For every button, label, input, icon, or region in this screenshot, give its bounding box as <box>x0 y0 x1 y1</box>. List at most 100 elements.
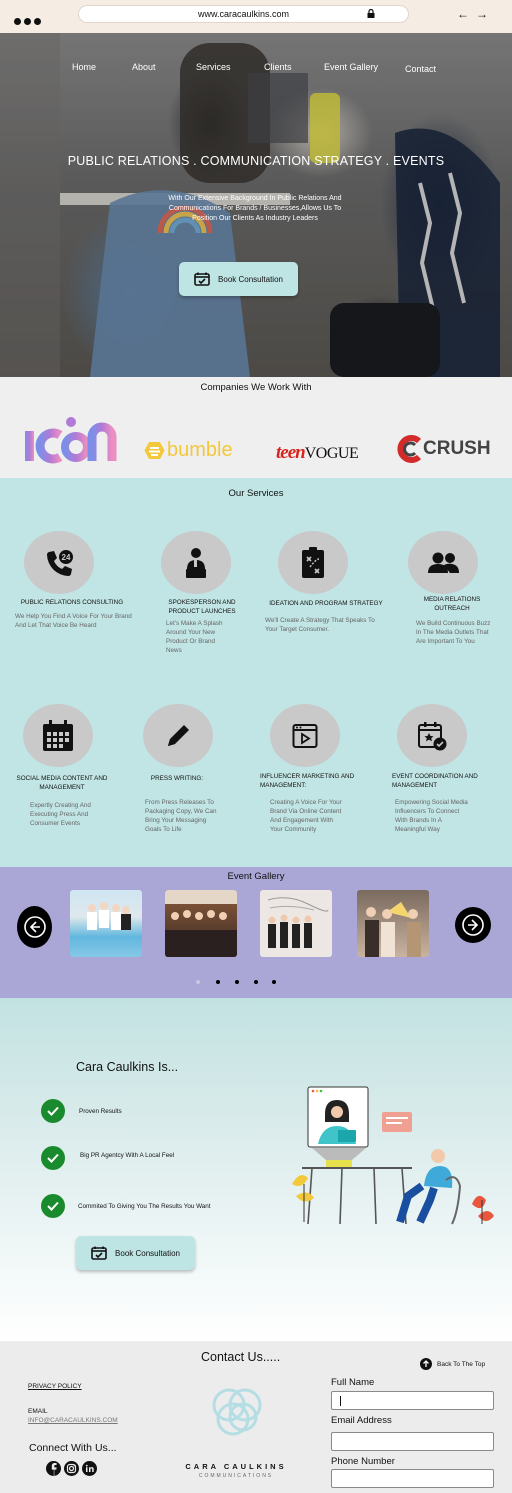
email-label: EMAIL <box>28 1408 48 1415</box>
contact-title: Contact Us..... <box>201 1350 281 1364</box>
gallery-photo-3[interactable] <box>260 890 332 957</box>
strategy-board-icon <box>278 531 348 594</box>
gallery-dot-3[interactable] <box>235 980 239 984</box>
facebook-icon[interactable] <box>46 1461 61 1476</box>
service-title-7: INFLUENCER MARKETING AND MANAGEMENT: <box>260 773 355 789</box>
social-links <box>46 1461 97 1476</box>
linkedin-icon[interactable] <box>82 1461 97 1476</box>
gallery-next-button[interactable] <box>455 907 491 943</box>
phone-number-input[interactable] <box>331 1469 494 1488</box>
text-cursor <box>340 1396 341 1406</box>
connect-title: Connect With Us... <box>29 1442 117 1454</box>
service-title-5: SOCIAL MEDIA CONTENT AND MANAGEMENT <box>16 775 108 791</box>
bumble-hexagon-icon <box>144 441 165 459</box>
event-gallery-section: Event Gallery <box>0 867 512 998</box>
email-link[interactable]: INFO@CARACAULKINS.COM <box>28 1417 118 1424</box>
about-section: Cara Caulkins Is... Proven Results Big P… <box>0 998 512 1341</box>
lock-icon <box>367 9 375 18</box>
gallery-photo-2[interactable] <box>165 890 237 957</box>
service-desc-4: We Build Continuous Buzz In The Media Ou… <box>416 620 491 645</box>
nav-event-gallery[interactable]: Event Gallery <box>324 62 378 72</box>
services-section: Our Services 24 PUBLIC RELATIONS CONSULT… <box>0 478 512 867</box>
instagram-icon[interactable] <box>64 1461 79 1476</box>
about-point-1: Proven Results <box>79 1108 122 1115</box>
service-desc-5: Expertly Creating And Executing Press An… <box>30 802 91 827</box>
gallery-dot-5[interactable] <box>272 980 276 984</box>
check-icon <box>41 1194 65 1218</box>
full-name-input[interactable] <box>331 1391 494 1410</box>
service-desc-3: We'll Create A Strategy That Speaks To Y… <box>265 617 375 633</box>
nav-services[interactable]: Services <box>196 62 231 72</box>
video-window-icon <box>270 704 340 767</box>
bumble-logo: bumble <box>144 438 250 462</box>
address-bar[interactable]: www.caracaulkins.com <box>78 5 409 23</box>
arrow-left-icon <box>23 916 46 938</box>
companies-title: Companies We Work With <box>200 382 312 393</box>
gallery-dot-2[interactable] <box>216 980 220 984</box>
service-title-6: PRESS WRITING: <box>150 775 204 782</box>
teen-vogue-logo: teen VOGUE <box>276 442 359 463</box>
service-title-4: MEDIA RELATIONS OUTREACH <box>423 596 481 612</box>
people-icon <box>408 531 478 594</box>
about-point-3: Commited To Giving You The Results You W… <box>78 1203 211 1210</box>
book-consultation-label: Book Consultation <box>115 1248 180 1258</box>
check-icon <box>41 1099 65 1123</box>
service-title-1: PUBLIC RELATIONS CONSULTING <box>20 599 124 606</box>
service-title-2: SPOKESPERSON AND PRODUCT LAUNCHES <box>168 599 236 615</box>
arrow-right-icon <box>462 914 484 936</box>
crush-c-icon <box>397 435 422 463</box>
footer-section: Contact Us..... Back To The Top PRIVACY … <box>0 1341 512 1493</box>
service-desc-8: Empowering Social Media Influencers To C… <box>395 799 468 833</box>
email-address-input[interactable] <box>331 1432 494 1451</box>
brand-subtitle: COMMUNICATIONS <box>198 1473 274 1479</box>
gallery-prev-button[interactable] <box>17 906 52 948</box>
about-title: Cara Caulkins Is... <box>76 1060 179 1074</box>
full-name-label: Full Name <box>331 1377 375 1388</box>
back-to-top-link[interactable]: Back To The Top <box>420 1358 485 1370</box>
service-desc-1: We Help You Find A Voice For Your Brand … <box>15 613 132 629</box>
service-title-8: EVENT COORDINATION AND MANAGEMENT <box>392 773 478 789</box>
nav-home[interactable]: Home <box>72 62 96 72</box>
about-point-2: Big PR Agentcy With A Local Feel <box>80 1152 175 1159</box>
nav-clients[interactable]: Clients <box>264 62 292 72</box>
hero-section: Home About Services Clients Event Galler… <box>0 33 512 377</box>
consultation-illustration <box>292 1086 494 1225</box>
brand-name: CARA CAULKINS <box>185 1462 287 1471</box>
nav-about[interactable]: About <box>132 62 156 72</box>
gallery-dot-4[interactable] <box>254 980 258 984</box>
gallery-photo-1[interactable] <box>70 890 142 957</box>
services-title: Our Services <box>228 488 284 499</box>
about-book-consultation-button[interactable]: Book Consultation <box>76 1236 195 1270</box>
phone-number-label: Phone Number <box>331 1456 395 1467</box>
hero-subtitle: With Our Extensive Background In Public … <box>168 195 342 222</box>
check-icon <box>41 1146 65 1170</box>
calendar-icon <box>23 704 93 767</box>
service-desc-7: Creating A Voice For Your Brand Via Onli… <box>270 799 342 833</box>
crush-logo: CRUSH <box>397 434 493 464</box>
browser-chrome: www.caracaulkins.com ← → <box>0 0 512 33</box>
icon-logo: ICON <box>24 413 120 465</box>
arrow-up-icon <box>420 1358 432 1370</box>
service-desc-2: Let's Make A Splash Around Your New Prod… <box>166 620 223 654</box>
gallery-title: Event Gallery <box>227 871 285 882</box>
service-desc-6: From Press Releases To Packaging Copy, W… <box>145 799 217 833</box>
back-arrow-icon[interactable]: ← <box>457 7 469 21</box>
cara-caulkins-logo <box>212 1388 262 1436</box>
phone-24-icon: 24 <box>24 531 94 594</box>
forward-arrow-icon[interactable]: → <box>476 7 488 21</box>
hero-title: PUBLIC RELATIONS . COMMUNICATION STRATEG… <box>67 154 445 168</box>
privacy-policy-link[interactable]: PRIVACY POLICY <box>28 1383 82 1390</box>
book-consultation-label: Book Consultation <box>218 274 283 284</box>
companies-section: Companies We Work With ICON bumble teen … <box>0 377 512 478</box>
gallery-photo-4[interactable] <box>357 890 429 957</box>
gallery-dot-1[interactable] <box>196 980 200 984</box>
calendar-check-icon <box>91 1246 107 1260</box>
event-calendar-icon <box>397 704 467 767</box>
calendar-check-icon <box>194 272 210 286</box>
nav-contact[interactable]: Contact <box>405 64 436 74</box>
pencil-icon <box>143 704 213 767</box>
window-controls[interactable] <box>14 12 44 30</box>
spokesperson-icon <box>161 531 231 594</box>
service-title-3: IDEATION AND PROGRAM STRATEGY <box>269 600 383 607</box>
book-consultation-button[interactable]: Book Consultation <box>179 262 298 296</box>
